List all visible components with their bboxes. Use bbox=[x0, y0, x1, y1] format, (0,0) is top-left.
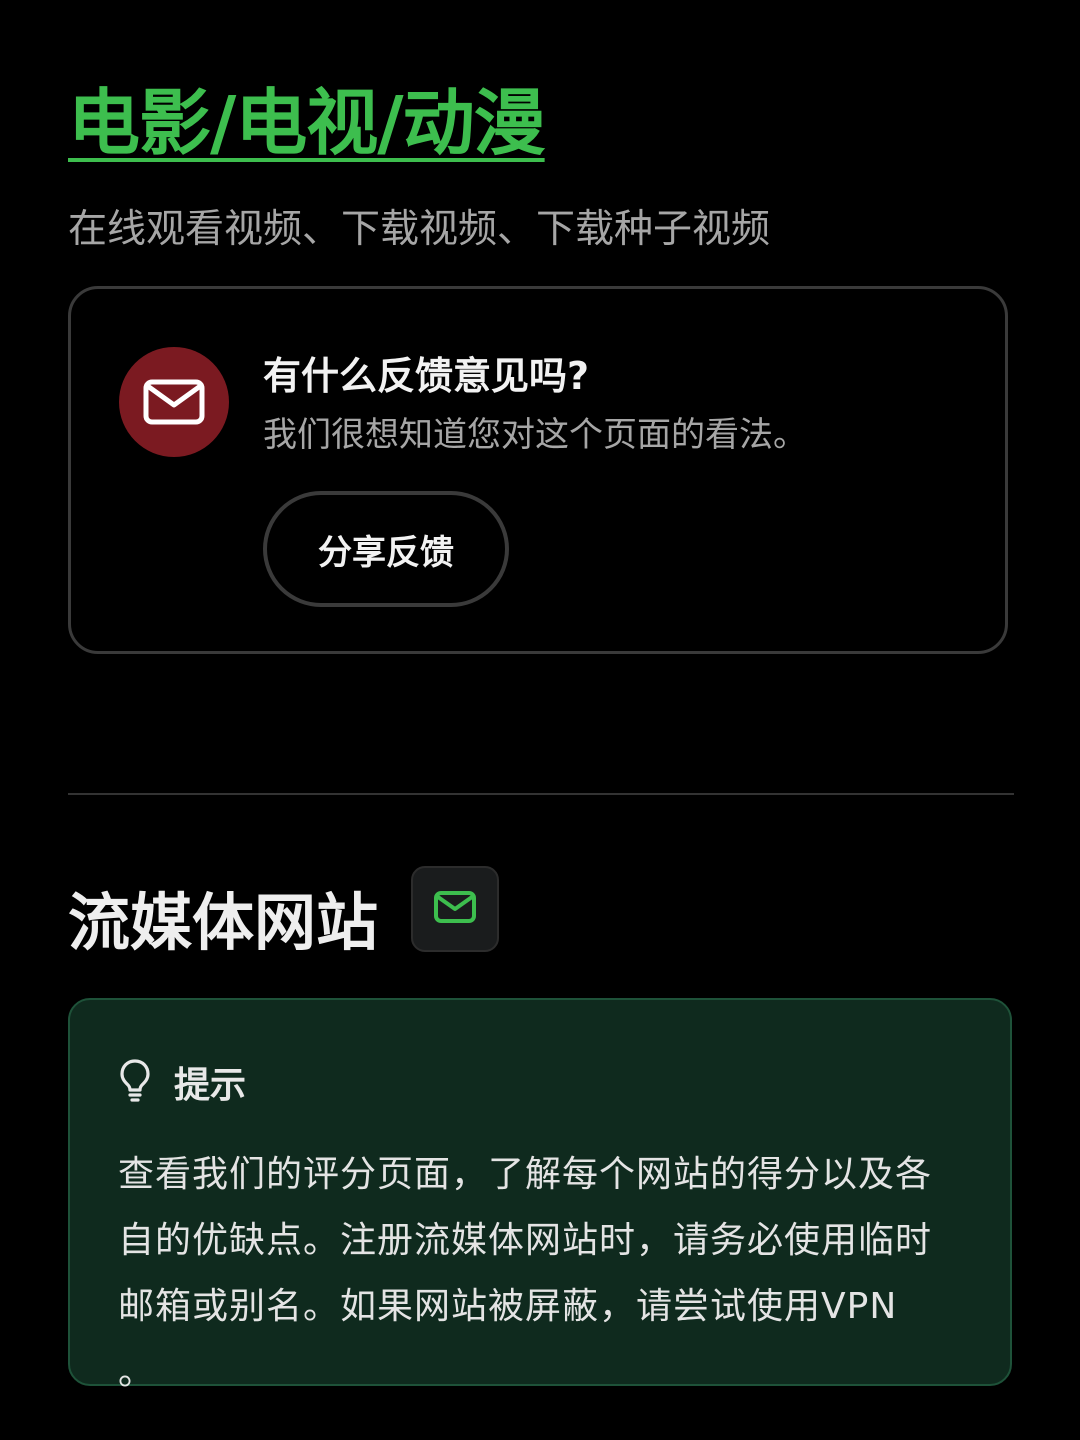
feedback-card: 有什么反馈意见吗? 我们很想知道您对这个页面的看法。 分享反馈 bbox=[68, 286, 1008, 654]
feedback-description: 我们很想知道您对这个页面的看法。 bbox=[263, 415, 807, 455]
feedback-title: 有什么反馈意见吗? bbox=[263, 354, 590, 398]
tip-header: 提示 bbox=[118, 1056, 246, 1108]
tip-callout: 提示 查看我们的评分页面，了解每个网站的得分以及各自的优缺点。注册流媒体网站时，… bbox=[68, 998, 1012, 1393]
share-feedback-button[interactable]: 分享反馈 bbox=[263, 491, 509, 607]
page: 电影/电视/动漫 在线观看视频、下载视频、下载种子视频 有什么反馈意见吗? 我们… bbox=[0, 0, 1080, 1440]
mail-icon bbox=[119, 347, 229, 457]
tip-label: 提示 bbox=[174, 1065, 247, 1106]
lightbulb-icon bbox=[118, 1058, 152, 1106]
page-subtitle: 在线观看视频、下载视频、下载种子视频 bbox=[68, 207, 771, 252]
page-title-link[interactable]: 电影/电视/动漫 bbox=[68, 64, 546, 169]
divider bbox=[68, 793, 1014, 795]
section-mail-button[interactable] bbox=[411, 866, 499, 952]
section-title: 流媒体网站 bbox=[68, 886, 379, 959]
tip-body: 查看我们的评分页面，了解每个网站的得分以及各自的优缺点。注册流媒体网站时，请务必… bbox=[118, 1154, 933, 1393]
mail-icon bbox=[433, 890, 477, 928]
